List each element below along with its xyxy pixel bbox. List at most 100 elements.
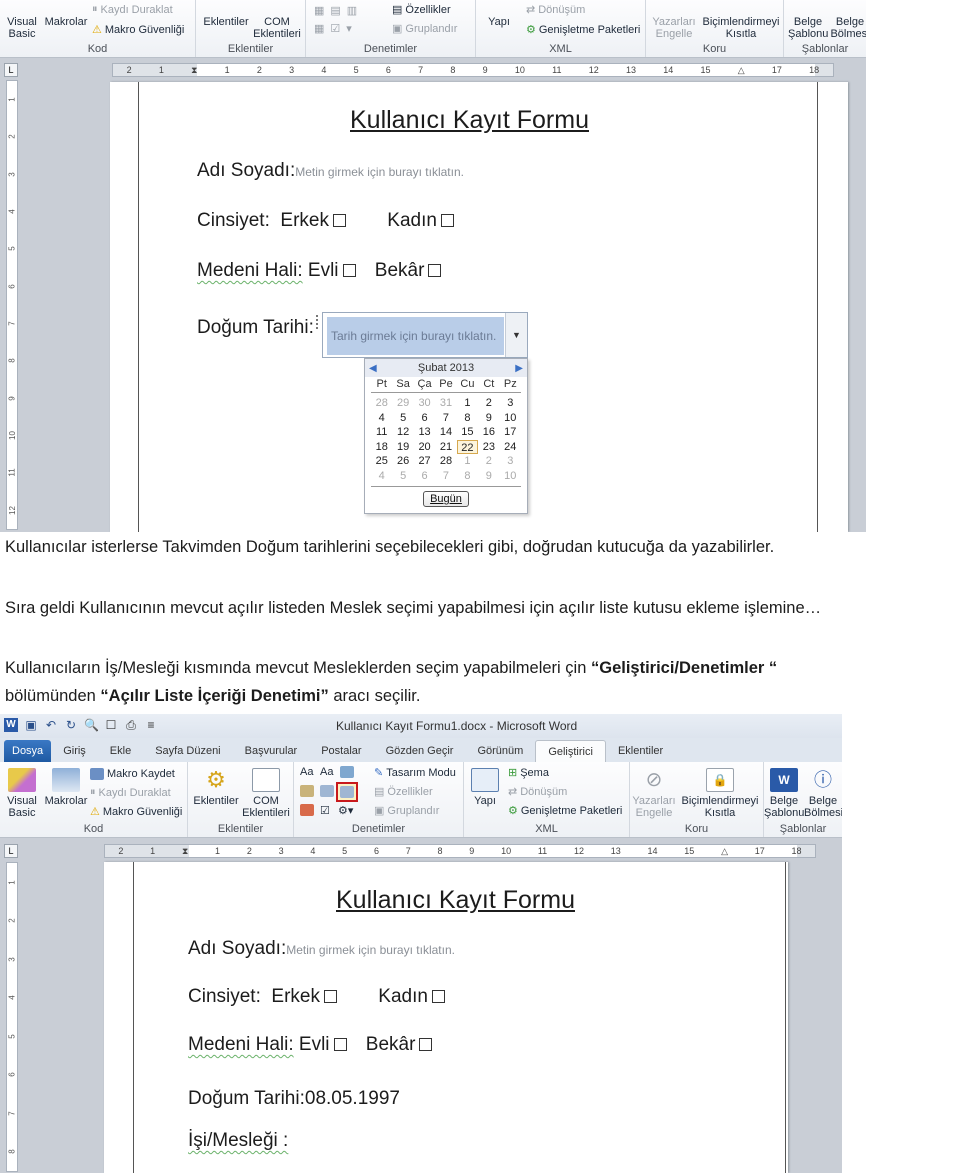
calendar-day[interactable]: 27 [414, 454, 435, 469]
document-panel-button[interactable]: ⓘ Belge Bölmesi [804, 768, 842, 819]
transform-button[interactable]: ⇄ Dönüşüm [526, 3, 585, 17]
expansion-packs-button[interactable]: ⚙ Genişletme Paketleri [508, 804, 622, 818]
calendar-day[interactable]: 29 [392, 396, 413, 411]
print-preview-icon[interactable]: 🔍 [84, 718, 99, 732]
horizontal-ruler[interactable]: 2 1 ⧗ 1 2 3 4 5 6 7 8 9 10 11 12 13 14 1… [104, 844, 816, 858]
visual-basic-button[interactable]: Visual Basic [4, 768, 40, 819]
calendar-day[interactable]: 31 [435, 396, 456, 411]
tab-gelistirici[interactable]: Geliştirici [535, 740, 606, 762]
rich-text-control-button[interactable]: Aa [300, 766, 313, 778]
redo-icon[interactable]: ↻ [64, 718, 78, 732]
chevron-down-icon[interactable]: ▼ [505, 313, 527, 357]
new-document-icon[interactable]: ☐ [104, 718, 118, 732]
legacy-tools-button[interactable]: ⚙▾ [338, 804, 353, 817]
calendar-day[interactable]: 9 [478, 469, 499, 484]
transform-button[interactable]: ⇄ Dönüşüm [508, 785, 567, 799]
tab-selector[interactable]: L [4, 63, 18, 77]
undo-icon[interactable]: ↶ [44, 718, 58, 732]
tab-basvurular[interactable]: Başvurular [233, 740, 310, 762]
print-icon[interactable]: ⎙ [124, 718, 138, 732]
calendar-day[interactable]: 12 [392, 425, 413, 440]
calendar-day[interactable]: 3 [500, 454, 521, 469]
record-macro-button[interactable]: Makro Kaydet [90, 768, 175, 780]
calendar-day[interactable]: 23 [478, 440, 499, 455]
tab-gorunum[interactable]: Görünüm [465, 740, 535, 762]
structure-button[interactable]: Yapı [470, 768, 500, 807]
pause-recording-button[interactable]: ⏸ Kaydı Duraklat [90, 786, 171, 799]
document-panel-button[interactable]: Belge Bölmesi [830, 16, 866, 40]
today-button[interactable]: Bugün [423, 491, 469, 507]
date-picker-control-button[interactable] [300, 804, 314, 816]
married-checkbox[interactable] [342, 264, 356, 277]
date-picker-field[interactable]: Tarih girmek için burayı tıklatın. ▼ [316, 312, 528, 358]
name-input[interactable]: Metin girmek için burayı tıklatın. [295, 165, 464, 179]
com-addins-button[interactable]: COM Eklentileri [240, 768, 292, 819]
date-input[interactable]: Tarih girmek için burayı tıklatın. [327, 317, 504, 355]
calendar-day[interactable]: 22 [456, 439, 479, 454]
calendar-day[interactable]: 7 [435, 469, 456, 484]
expansion-packs-button[interactable]: ⚙ Genişletme Paketleri [526, 23, 640, 37]
picture-control-button[interactable] [340, 766, 354, 778]
right-indent-marker[interactable]: △ [738, 65, 745, 76]
visual-basic-button[interactable]: Visual Basic [4, 16, 40, 40]
restrict-editing-button[interactable]: 🔒 Biçimlendirmeyi Kısıtla [678, 768, 762, 819]
design-mode-button[interactable]: ✎ Tasarım Modu [374, 766, 456, 780]
calendar-day[interactable]: 2 [478, 454, 499, 469]
vertical-ruler[interactable]: 1 2 3 4 5 6 7 8 [6, 862, 18, 1172]
calendar-day[interactable]: 3 [500, 396, 521, 411]
calendar-day[interactable]: 28 [435, 454, 456, 469]
birth-value[interactable]: 08.05.1997 [305, 1088, 400, 1109]
tab-ekle[interactable]: Ekle [98, 740, 143, 762]
calendar-day[interactable]: 9 [478, 411, 499, 426]
tab-postalar[interactable]: Postalar [309, 740, 373, 762]
name-input[interactable]: Metin girmek için burayı tıklatın. [286, 943, 455, 957]
calendar-day[interactable]: 21 [435, 440, 456, 455]
prev-month-icon[interactable]: ◀ [369, 363, 377, 374]
calendar-day[interactable]: 17 [500, 425, 521, 440]
horizontal-ruler[interactable]: 2 1 ⧗ 1 2 3 4 5 6 7 8 9 10 11 12 13 14 1… [112, 63, 834, 77]
group-button[interactable]: ▣ Gruplandır [374, 804, 439, 818]
structure-button[interactable]: Yapı [484, 16, 514, 28]
calendar-day[interactable]: 8 [457, 411, 478, 426]
calendar-day[interactable]: 4 [371, 411, 392, 426]
calendar-day[interactable]: 28 [371, 396, 392, 411]
calendar-day[interactable]: 6 [414, 469, 435, 484]
male-checkbox[interactable] [324, 990, 337, 1003]
customize-toolbar-icon[interactable]: ≡ [144, 718, 158, 732]
block-authors-button[interactable]: Yazarları Engelle [652, 16, 696, 40]
vertical-ruler[interactable]: 1 2 3 4 5 6 7 8 9 10 11 12 [6, 80, 18, 530]
building-block-control-button[interactable] [300, 785, 314, 797]
tab-giris[interactable]: Giriş [51, 740, 98, 762]
calendar-day[interactable]: 5 [392, 411, 413, 426]
pause-recording-button[interactable]: ⏸ Kaydı Duraklat [92, 3, 173, 16]
document-template-button[interactable]: W Belge Şablonu [764, 768, 804, 819]
calendar-day[interactable]: 20 [414, 440, 435, 455]
calendar-day[interactable]: 7 [435, 411, 456, 426]
calendar-day[interactable]: 1 [457, 454, 478, 469]
macro-security-button[interactable]: ⚠ Makro Güvenliği [92, 23, 184, 37]
male-checkbox[interactable] [333, 214, 346, 227]
calendar-day[interactable]: 10 [500, 469, 521, 484]
tab-gozden-gecir[interactable]: Gözden Geçir [374, 740, 466, 762]
calendar-day[interactable]: 26 [392, 454, 413, 469]
combo-box-control-button[interactable] [320, 785, 334, 797]
calendar-day[interactable]: 5 [392, 469, 413, 484]
female-checkbox[interactable] [440, 214, 454, 227]
calendar-day[interactable]: 19 [392, 440, 413, 455]
tab-sayfa-duzeni[interactable]: Sayfa Düzeni [143, 740, 232, 762]
calendar-day[interactable]: 11 [371, 425, 392, 440]
save-icon[interactable]: ▣ [24, 718, 38, 732]
schema-button[interactable]: ⊞ Şema [508, 766, 549, 780]
calendar-day[interactable]: 30 [414, 396, 435, 411]
com-addins-button[interactable]: COM Eklentileri [252, 16, 302, 40]
properties-button[interactable]: ▤ Özellikler [392, 3, 451, 17]
calendar-day[interactable]: 24 [500, 440, 521, 455]
tab-eklentiler[interactable]: Eklentiler [606, 740, 675, 762]
addins-button[interactable]: Eklentiler [202, 16, 250, 28]
group-button[interactable]: ▣ Gruplandır [392, 22, 457, 36]
married-checkbox[interactable] [333, 1038, 347, 1051]
macros-button[interactable]: Makrolar [44, 768, 88, 807]
checkbox-control-button[interactable]: ☑ [320, 804, 330, 817]
document-template-button[interactable]: Belge Şablonu [788, 16, 828, 40]
calendar-day[interactable]: 13 [414, 425, 435, 440]
